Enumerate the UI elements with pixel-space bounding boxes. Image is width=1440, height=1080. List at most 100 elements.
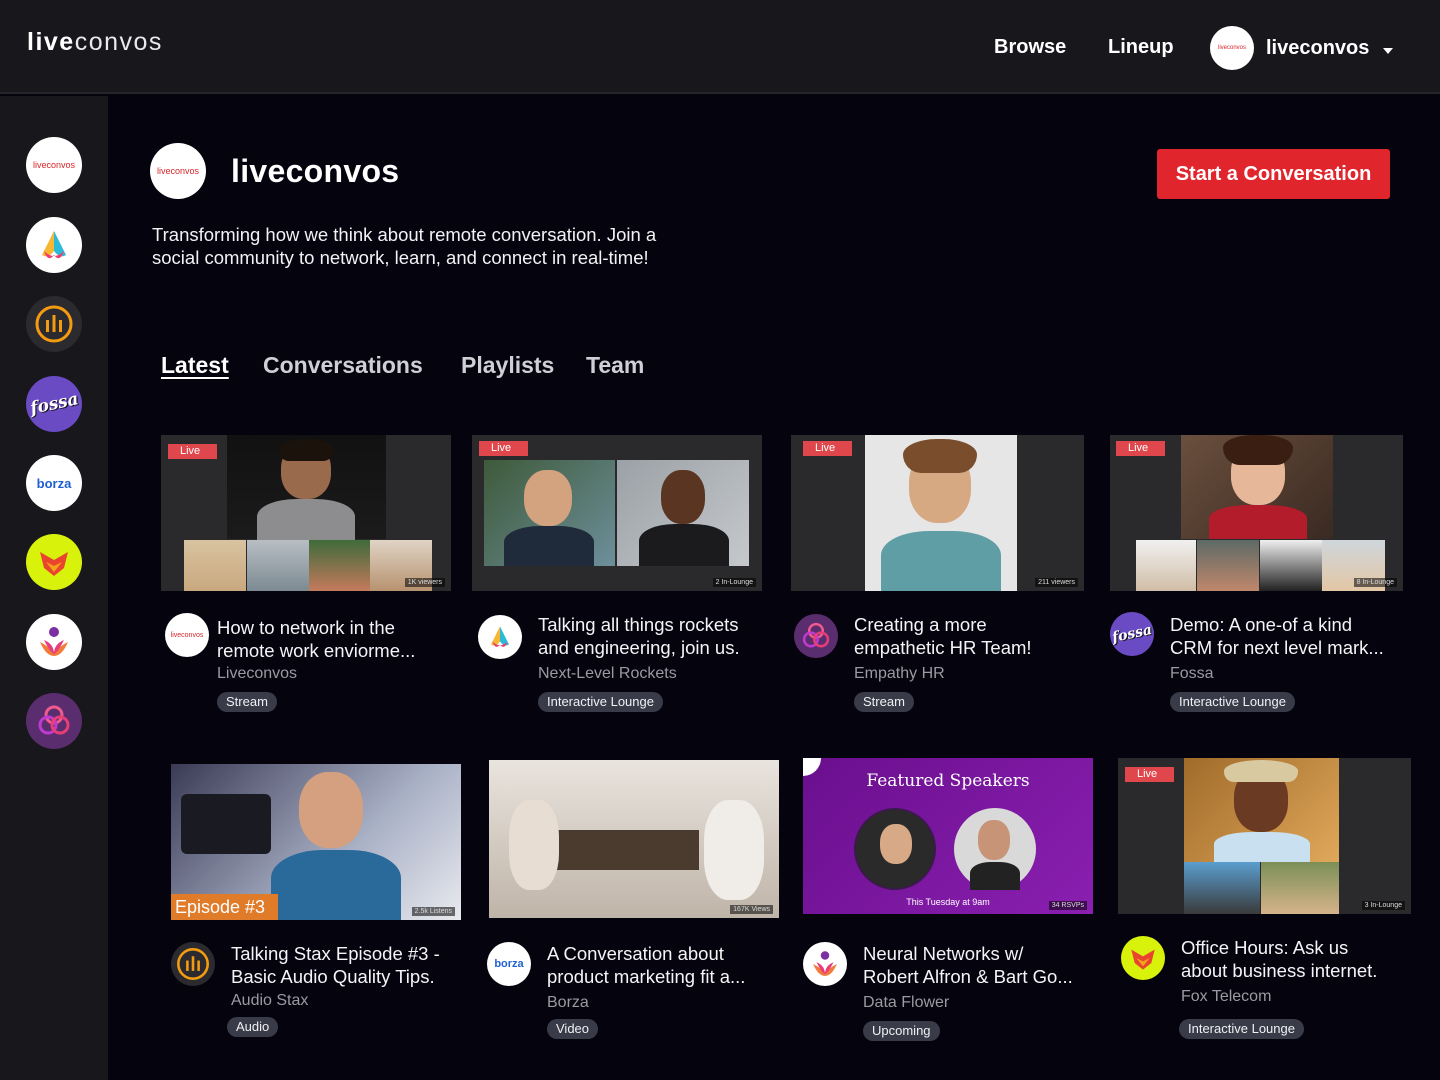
sidebar-item-next-level-rockets[interactable] bbox=[26, 217, 82, 273]
card-title[interactable]: How to network in the remote work enviorm… bbox=[217, 616, 449, 662]
card-title[interactable]: Talking all things rockets and engineerin… bbox=[538, 613, 770, 659]
host-video bbox=[1184, 758, 1339, 862]
org-avatar[interactable] bbox=[478, 615, 522, 659]
view-count: 167K Views bbox=[730, 905, 773, 914]
card-thumbnail[interactable]: Episode #3 2.5k Listens bbox=[171, 764, 461, 920]
tab-conversations[interactable]: Conversations bbox=[263, 352, 423, 379]
start-conversation-button[interactable]: Start a Conversation bbox=[1157, 149, 1390, 199]
card-title[interactable]: Neural Networks w/Robert Alfron & Bart G… bbox=[863, 942, 1095, 988]
live-badge: Live bbox=[479, 441, 528, 456]
participant-video bbox=[617, 460, 749, 566]
fox-logo-icon bbox=[1131, 949, 1155, 970]
participant-video bbox=[484, 460, 615, 566]
speaker-avatar bbox=[854, 808, 936, 890]
listen-count: 2.5k Listens bbox=[411, 907, 455, 916]
type-badge: Upcoming bbox=[863, 1021, 940, 1041]
top-navigation-bar: liveconvos Browse Lineup liveconvos live… bbox=[0, 0, 1440, 94]
viewer-count: 8 In-Lounge bbox=[1353, 578, 1397, 587]
person-video bbox=[704, 800, 764, 900]
type-badge: Video bbox=[547, 1019, 599, 1039]
card-title[interactable]: Talking Stax Episode #3 - Basic Audio Qua… bbox=[231, 942, 463, 988]
tab-latest[interactable]: Latest bbox=[161, 352, 229, 379]
user-name[interactable]: liveconvos bbox=[1266, 37, 1369, 60]
sidebar-item-fossa[interactable]: fossa bbox=[26, 376, 82, 432]
card-org-name[interactable]: Next-Level Rockets bbox=[538, 665, 677, 683]
viewer-count: 211 viewers bbox=[1035, 578, 1078, 587]
org-avatar[interactable] bbox=[171, 942, 215, 986]
live-badge: Live bbox=[1125, 767, 1174, 782]
card-thumbnail[interactable]: Live 1K viewers bbox=[161, 435, 451, 591]
rocket-logo-icon bbox=[42, 231, 66, 259]
org-tagline: Transforming how we think about remote c… bbox=[152, 224, 657, 268]
card-title[interactable]: A Conversation about product marketing fi… bbox=[547, 942, 779, 988]
card-title[interactable]: Office Hours: Ask us about business inter… bbox=[1181, 936, 1413, 982]
host-video bbox=[299, 772, 363, 848]
participant-video bbox=[184, 540, 246, 591]
viewer-count: 3 In-Lounge bbox=[1361, 901, 1405, 910]
org-avatar[interactable]: fossa bbox=[1110, 612, 1154, 656]
page-title: liveconvos bbox=[231, 153, 400, 189]
participant-video bbox=[247, 540, 309, 591]
card-org-name[interactable]: Borza bbox=[547, 994, 589, 1012]
card-org-name[interactable]: Empathy HR bbox=[854, 665, 945, 683]
org-avatar[interactable] bbox=[803, 942, 847, 986]
nav-browse-link[interactable]: Browse bbox=[994, 36, 1066, 59]
episode-badge: Episode #3 bbox=[171, 894, 278, 920]
fox-logo-icon bbox=[40, 552, 68, 576]
person-video bbox=[509, 800, 559, 890]
host-video bbox=[1181, 435, 1333, 539]
card-org-name[interactable]: Fox Telecom bbox=[1181, 988, 1271, 1006]
nav-lineup-link[interactable]: Lineup bbox=[1108, 36, 1174, 59]
rocket-logo-icon bbox=[491, 626, 509, 647]
card-title[interactable]: Demo: A one-of a kind CRM for next level … bbox=[1170, 613, 1402, 659]
viewer-count: 2 In-Lounge bbox=[712, 578, 756, 587]
card-thumbnail[interactable]: 167K Views bbox=[489, 760, 779, 918]
org-avatar[interactable] bbox=[1121, 936, 1165, 980]
type-badge: Stream bbox=[217, 692, 277, 712]
sidebar-item-fox-telecom[interactable] bbox=[26, 534, 82, 590]
card-org-name[interactable]: Audio Stax bbox=[231, 992, 308, 1010]
chevron-down-icon[interactable] bbox=[1383, 48, 1393, 54]
card-thumbnail[interactable]: Featured Speakers This Tuesday at 9am 34… bbox=[803, 758, 1093, 914]
org-avatar[interactable] bbox=[794, 614, 838, 658]
sidebar-item-data-flower[interactable] bbox=[26, 614, 82, 670]
type-badge: Interactive Lounge bbox=[1170, 692, 1295, 712]
brand-logo[interactable]: liveconvos bbox=[27, 28, 163, 57]
participant-video bbox=[1260, 540, 1322, 591]
flower-logo-icon bbox=[40, 627, 68, 656]
card-thumbnail[interactable]: Live 3 In-Lounge bbox=[1118, 758, 1411, 914]
card-org-name[interactable]: Data Flower bbox=[863, 994, 949, 1012]
live-badge: Live bbox=[1116, 441, 1165, 456]
camera-graphic bbox=[181, 794, 271, 854]
participant-video bbox=[1261, 862, 1339, 914]
participant-video bbox=[309, 540, 371, 591]
type-badge: Interactive Lounge bbox=[538, 692, 663, 712]
card-title[interactable]: Creating a more empathetic HR Team! bbox=[854, 613, 1086, 659]
audio-bars-icon bbox=[177, 948, 209, 980]
sidebar-item-audio-stax[interactable] bbox=[26, 296, 82, 352]
flower-logo-icon bbox=[813, 951, 837, 976]
host-shirt bbox=[271, 850, 401, 920]
participant-video bbox=[1197, 540, 1259, 591]
sidebar-item-empathy-hr[interactable] bbox=[26, 693, 82, 749]
card-org-name[interactable]: Fossa bbox=[1170, 665, 1214, 683]
org-avatar[interactable]: borza bbox=[487, 942, 531, 986]
live-badge: Live bbox=[803, 441, 852, 456]
viewer-count: 1K viewers bbox=[404, 578, 445, 587]
participant-video bbox=[1136, 540, 1196, 591]
org-logo: liveconvos bbox=[150, 143, 206, 199]
participant-video bbox=[1184, 862, 1260, 914]
card-org-name[interactable]: Liveconvos bbox=[217, 665, 297, 683]
audio-bars-icon bbox=[35, 305, 73, 343]
org-avatar[interactable]: liveconvos bbox=[165, 613, 209, 657]
sidebar-item-liveconvos[interactable]: liveconvos bbox=[26, 137, 82, 193]
rsvp-count: 34 RSVPs bbox=[1048, 901, 1087, 910]
user-avatar[interactable]: liveconvos bbox=[1210, 26, 1254, 70]
sidebar-item-borza[interactable]: borza bbox=[26, 455, 82, 511]
tab-team[interactable]: Team bbox=[586, 352, 644, 379]
card-thumbnail[interactable]: Live 211 viewers bbox=[791, 435, 1084, 591]
tab-playlists[interactable]: Playlists bbox=[461, 352, 554, 379]
card-thumbnail[interactable]: Live 8 In-Lounge bbox=[1110, 435, 1403, 591]
featured-speakers-heading: Featured Speakers bbox=[866, 771, 1030, 791]
card-thumbnail[interactable]: Live 2 In-Lounge bbox=[472, 435, 762, 591]
